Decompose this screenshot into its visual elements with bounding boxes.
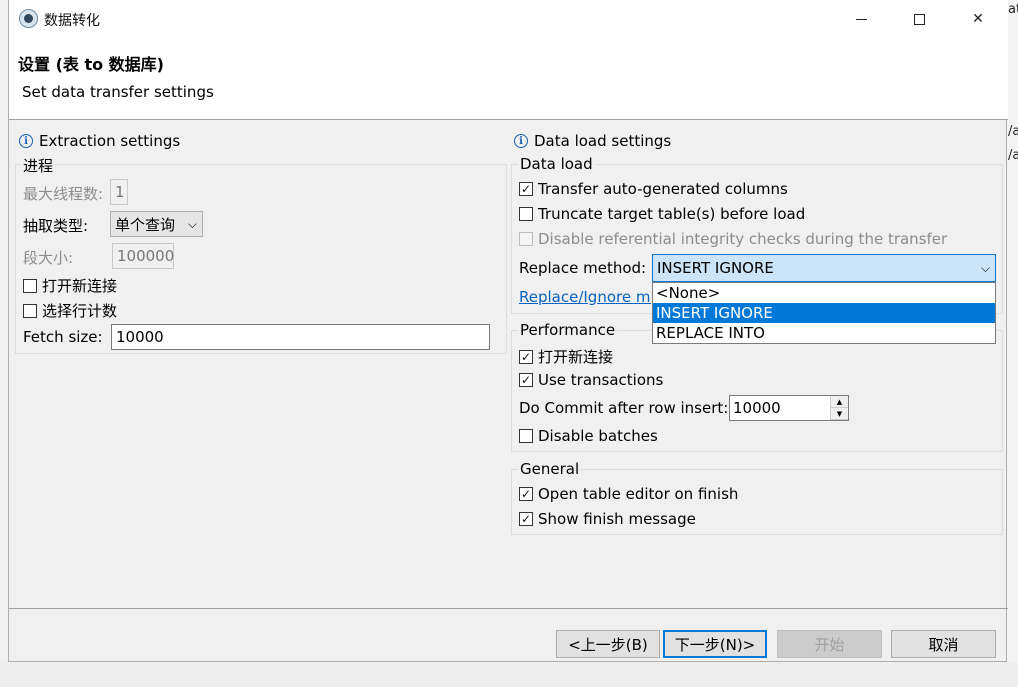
- spin-down-icon[interactable]: ▼: [831, 408, 848, 420]
- extract-type-value: 单个查询: [115, 215, 176, 234]
- checkbox-box: ✓: [519, 182, 533, 196]
- maximize-button[interactable]: [890, 0, 948, 38]
- transfer-auto-generated-checkbox[interactable]: ✓ Transfer auto-generated columns: [519, 180, 788, 198]
- checkbox-box: [519, 232, 533, 246]
- close-icon: ✕: [972, 11, 984, 27]
- info-icon: i: [514, 134, 528, 148]
- commit-after-spinner[interactable]: 10000 ▲ ▼: [729, 395, 849, 421]
- check-icon: ✓: [520, 487, 532, 501]
- extraction-settings-title: i Extraction settings: [19, 132, 180, 150]
- checkbox-box: [519, 207, 533, 221]
- commit-after-label: Do Commit after row insert:: [519, 399, 729, 417]
- title-bar[interactable]: 数据转化 ✕: [9, 0, 1008, 38]
- check-icon: ✓: [520, 512, 532, 526]
- performance-group-label: Performance: [518, 321, 618, 339]
- check-icon: ✓: [520, 182, 532, 196]
- checkbox-label: Truncate target table(s) before load: [538, 205, 806, 223]
- disable-ref-integrity-checkbox[interactable]: Disable referential integrity checks dur…: [519, 230, 947, 248]
- replace-method-select[interactable]: INSERT IGNORE ⌵: [652, 254, 996, 282]
- wizard-header: 设置 (表 to 数据库) Set data transfer settings: [9, 38, 1008, 120]
- checkbox-label: Open table editor on finish: [538, 485, 739, 503]
- checkbox-label: Disable referential integrity checks dur…: [538, 230, 948, 248]
- checkbox-box: ✓: [519, 349, 533, 364]
- info-icon: i: [19, 134, 33, 148]
- checkbox-label: Show finish message: [538, 510, 696, 528]
- process-group-label: 进程: [21, 155, 56, 176]
- extract-open-new-connection-checkbox[interactable]: 打开新连接: [23, 275, 117, 296]
- truncate-target-checkbox[interactable]: Truncate target table(s) before load: [519, 205, 805, 223]
- general-group-label: General: [518, 460, 582, 478]
- start-button[interactable]: 开始: [777, 630, 882, 658]
- data-transfer-dialog: 数据转化 ✕ 设置 (表 to 数据库) Set data transfer s…: [8, 0, 1008, 662]
- app-icon: [19, 9, 38, 28]
- spin-up-icon[interactable]: ▲: [831, 396, 848, 408]
- commit-after-value[interactable]: 10000: [730, 396, 830, 420]
- checkbox-label: 选择行计数: [42, 302, 118, 320]
- extraction-settings-label: Extraction settings: [39, 132, 181, 150]
- dropdown-option-none[interactable]: <None>: [653, 283, 995, 303]
- maximize-icon: [913, 13, 925, 25]
- check-icon: ✓: [520, 373, 532, 387]
- window-title: 数据转化: [44, 13, 100, 29]
- background-app-edge: at /a /a: [1007, 0, 1018, 687]
- back-button[interactable]: <上一步(B): [556, 630, 660, 658]
- checkbox-box: [519, 429, 533, 443]
- checkbox-label: Transfer auto-generated columns: [538, 180, 788, 198]
- select-row-count-checkbox[interactable]: 选择行计数: [23, 300, 117, 321]
- background-text: at: [1008, 2, 1018, 17]
- max-threads-label: 最大线程数:: [23, 185, 104, 203]
- chevron-down-icon: ⌵: [187, 216, 197, 231]
- replace-ignore-link[interactable]: Replace/Ignore me: [519, 288, 651, 306]
- background-text: /a: [1008, 148, 1018, 163]
- replace-method-dropdown-list[interactable]: <None> INSERT IGNORE REPLACE INTO: [652, 282, 996, 344]
- minimize-icon: [855, 18, 867, 20]
- extract-type-label: 抽取类型:: [23, 217, 89, 235]
- background-app-bottom: [0, 662, 1018, 687]
- checkbox-label: 打开新连接: [42, 277, 118, 295]
- replace-method-value: INSERT IGNORE: [657, 259, 774, 277]
- segment-size-label: 段大小:: [23, 249, 74, 267]
- checkbox-box: ✓: [519, 487, 533, 501]
- cancel-button[interactable]: 取消: [891, 630, 996, 658]
- spinner-arrows[interactable]: ▲ ▼: [830, 396, 848, 420]
- checkbox-label: Use transactions: [538, 371, 664, 389]
- replace-method-label: Replace method:: [519, 259, 647, 277]
- bottom-separator: [9, 608, 1008, 609]
- data-load-group-label: Data load: [518, 155, 595, 173]
- close-button[interactable]: ✕: [949, 0, 1007, 38]
- checkbox-label: Disable batches: [538, 427, 658, 445]
- perf-open-new-connection-checkbox[interactable]: ✓ 打开新连接: [519, 346, 613, 367]
- checkbox-box: ✓: [519, 373, 533, 387]
- checkbox-box: [23, 303, 37, 318]
- background-text: /a: [1008, 124, 1018, 139]
- disable-batches-checkbox[interactable]: Disable batches: [519, 427, 658, 445]
- open-table-editor-checkbox[interactable]: ✓ Open table editor on finish: [519, 485, 738, 503]
- chevron-down-icon: ⌵: [980, 260, 990, 275]
- page-subtitle: Set data transfer settings: [22, 83, 214, 101]
- extract-type-select[interactable]: 单个查询 ⌵: [110, 211, 203, 237]
- fetch-size-label: Fetch size:: [23, 328, 103, 346]
- fetch-size-field[interactable]: 10000: [111, 324, 490, 350]
- checkbox-box: ✓: [519, 512, 533, 526]
- check-icon: ✓: [520, 349, 532, 364]
- checkbox-box: [23, 278, 37, 293]
- use-transactions-checkbox[interactable]: ✓ Use transactions: [519, 371, 663, 389]
- data-load-settings-title: i Data load settings: [514, 132, 671, 150]
- checkbox-label: 打开新连接: [538, 348, 614, 366]
- next-button[interactable]: 下一步(N)>: [663, 630, 767, 658]
- max-threads-field[interactable]: 1: [110, 179, 128, 205]
- dropdown-option-replace-into[interactable]: REPLACE INTO: [653, 323, 995, 343]
- dropdown-option-insert-ignore[interactable]: INSERT IGNORE: [653, 303, 995, 323]
- data-load-settings-label: Data load settings: [534, 132, 672, 150]
- page-title: 设置 (表 to 数据库): [18, 55, 164, 74]
- minimize-button[interactable]: [832, 0, 890, 38]
- show-finish-message-checkbox[interactable]: ✓ Show finish message: [519, 510, 696, 528]
- segment-size-field[interactable]: 100000: [112, 243, 174, 269]
